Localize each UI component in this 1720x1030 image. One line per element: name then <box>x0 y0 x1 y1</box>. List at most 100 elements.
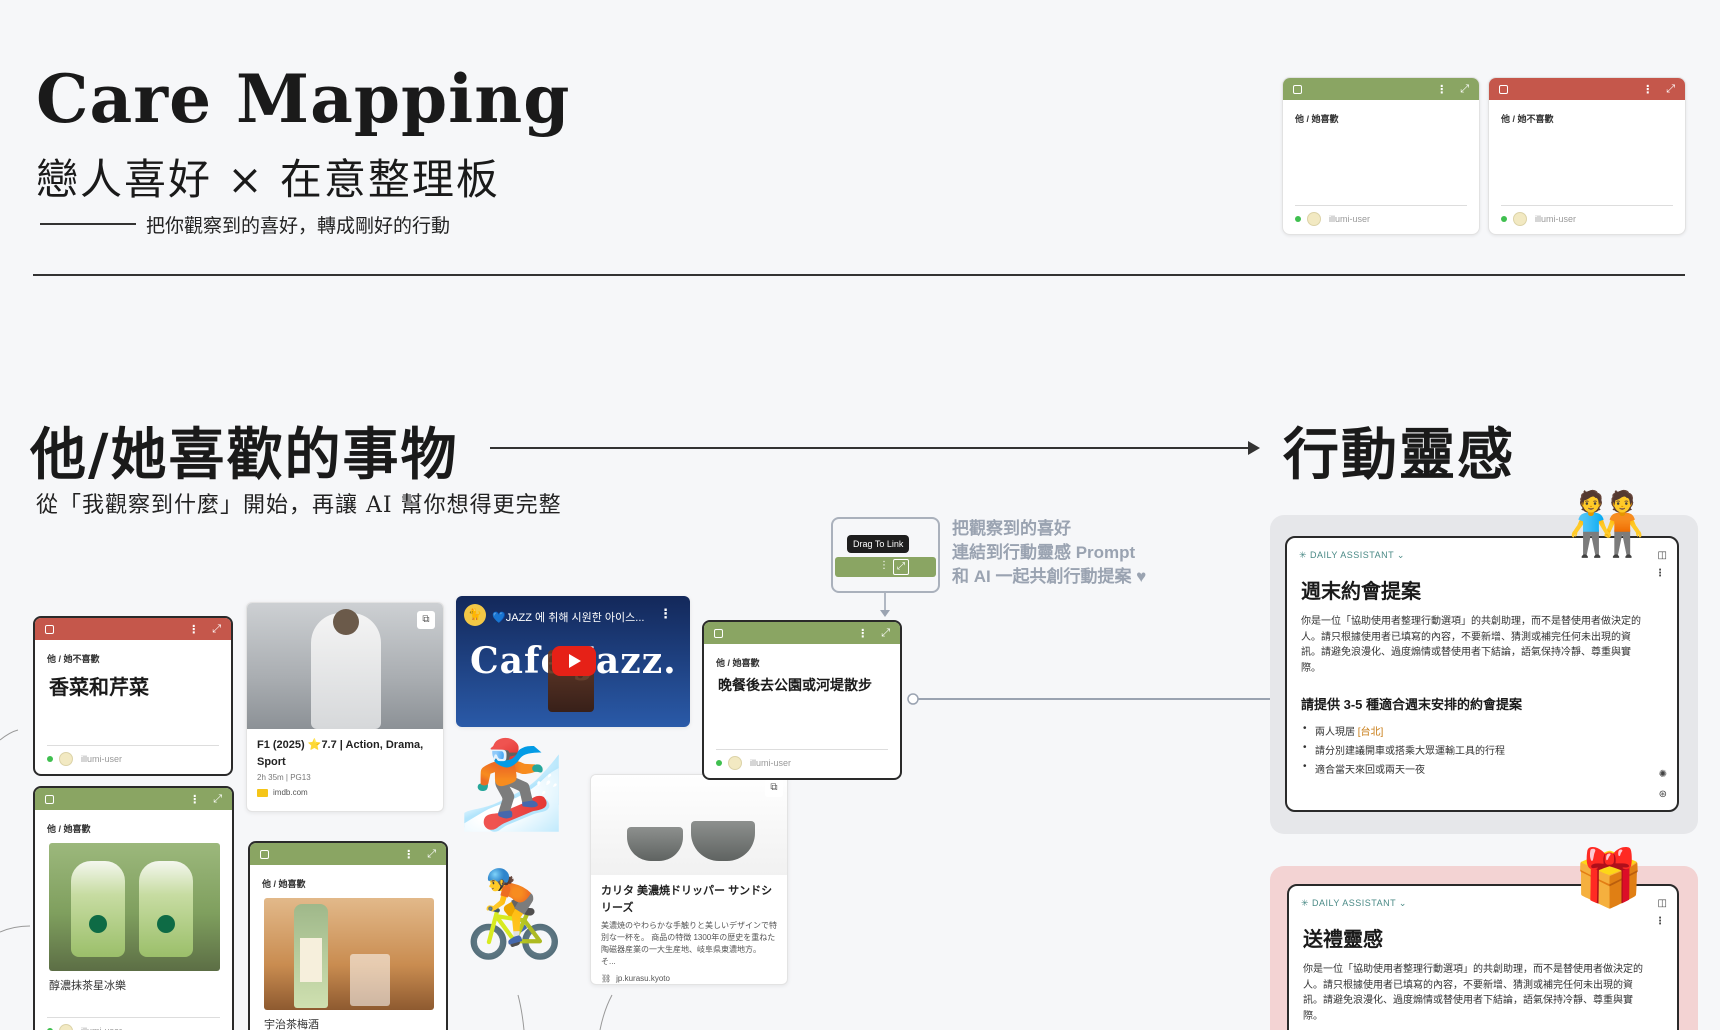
note-card-dislike[interactable]: ⋮ ⤢ 他 / 她不喜歡 香菜和芹菜 illumi-user <box>33 616 233 776</box>
card-toggle-icon[interactable] <box>45 794 54 804</box>
card-toggle-icon[interactable] <box>260 849 269 859</box>
list-item: 適合當天來回或兩天一夜 <box>1303 757 1677 776</box>
hint-line-2: 連結到行動靈感 Prompt <box>952 543 1136 562</box>
note-card-umeshu[interactable]: ⋮ ⤢ 他 / 她喜歡 宇治茶梅酒 <box>248 841 448 1030</box>
avatar <box>59 1024 73 1030</box>
video-title: 💙JAZZ 에 취해 시원한 아이스... <box>492 612 645 624</box>
list-item: 兩人現居 [台北] <box>1303 719 1677 738</box>
note-card-matcha[interactable]: ⋮⤢ 他 / 她喜歡 醇濃抹茶星冰樂 illumi-user <box>33 786 234 1030</box>
card-footer: illumi-user <box>47 745 219 766</box>
card-user: illumi-user <box>81 1026 122 1030</box>
ai-model-icon[interactable]: ⊛ <box>1659 789 1667 800</box>
card-label: 他 / 她喜歡 <box>716 658 760 668</box>
expand-icon[interactable]: ⤢ <box>212 623 221 636</box>
card-header: ⋮ ⤢ <box>704 622 900 644</box>
item-text: 兩人現居 <box>1315 727 1358 738</box>
imdb-icon <box>257 788 268 797</box>
panel-toggle-icon[interactable]: ◫ <box>1658 898 1667 909</box>
list-item: 請分別建議開車或搭乘大眾運輸工具的行程 <box>1303 738 1677 757</box>
more-icon[interactable]: ⋮ <box>857 627 868 640</box>
open-external-icon[interactable]: ⧉ <box>765 779 783 797</box>
drag-hint-text: 把觀察到的喜好 連結到行動靈感 Prompt 和 AI 一起共創行動提案 ♥ <box>952 517 1146 589</box>
channel-avatar: 🐈 <box>464 604 486 626</box>
more-icon[interactable]: ⋮ <box>879 560 889 571</box>
matcha-image <box>49 843 220 971</box>
note-card-walk[interactable]: ⋮ ⤢ 他 / 她喜歡 晚餐後去公園或河堤散步 illumi-user <box>702 620 902 780</box>
play-icon <box>569 654 581 668</box>
card-user: illumi-user <box>750 758 792 768</box>
link-source: ⛓ jp.kurasu.kyoto <box>591 968 787 983</box>
card-toggle-icon[interactable] <box>714 628 723 638</box>
assistant-subheading: 請提供 3-5 種適合週末安排的約會提案 <box>1301 697 1523 712</box>
drag-hint-frame: Drag To Link ⋮ ⤢ <box>831 517 940 593</box>
card-header: ⋮ ⤢ <box>250 843 446 865</box>
drag-tooltip: Drag To Link <box>847 535 910 553</box>
open-external-icon[interactable]: ⧉ <box>417 611 435 629</box>
more-icon[interactable]: ⋮ <box>1655 568 1665 579</box>
mini-card-bar[interactable]: ⋮ ⤢ <box>835 557 936 577</box>
card-header: ⋮ ⤢ <box>35 788 232 810</box>
card-user: illumi-user <box>81 754 123 764</box>
card-title: 晚餐後去公園或河堤散步 <box>718 677 872 693</box>
card-footer: illumi-user <box>47 1017 220 1030</box>
card-title: 香菜和芹菜 <box>49 677 149 699</box>
status-dot <box>47 756 53 762</box>
video-thumbnail: 🐈 💙JAZZ 에 취해 시원한 아이스... ⋮ Cafe Jazz. <box>456 596 690 727</box>
more-icon[interactable]: ⋮ <box>188 623 199 636</box>
card-caption: 醇濃抹茶星冰樂 <box>49 980 126 992</box>
location-highlight: [台北] <box>1357 727 1384 738</box>
assistant-list: 兩人現居 [台北] 請分別建議開車或搭乘大眾運輸工具的行程 適合當天來回或兩天一… <box>1287 713 1677 776</box>
bottom-curve-1 <box>517 994 525 1030</box>
expand-icon[interactable]: ⤢ <box>881 627 890 640</box>
more-icon[interactable]: ⋮ <box>189 793 200 806</box>
kalita-thumbnail: ⧉ <box>591 775 787 875</box>
left-curve-2 <box>0 925 31 933</box>
gift-sticker[interactable]: 🎁 <box>1574 850 1644 906</box>
video-card-jazz[interactable]: 🐈 💙JAZZ 에 취해 시원한 아이스... ⋮ Cafe Jazz. <box>456 596 690 727</box>
link-source: imdb.com <box>247 782 443 797</box>
assistant-body: 你是一位「協助使用者整理行動選項」的共創助理，而不是替使用者做決定的人。請只根據… <box>1303 964 1643 1022</box>
umeshu-image <box>264 898 434 1010</box>
source-text: jp.kurasu.kyoto <box>616 974 670 983</box>
assistant-tag-text: DAILY ASSISTANT <box>1312 898 1396 908</box>
expand-icon[interactable]: ⤢ <box>427 848 436 861</box>
cyclist-sticker[interactable]: 🚴 <box>462 872 567 956</box>
left-curve-1 <box>0 729 19 741</box>
avatar <box>728 756 742 770</box>
status-dot <box>716 760 722 766</box>
link-handle-icon[interactable]: ⤢ <box>893 559 909 575</box>
card-caption: 宇治茶梅酒 <box>264 1019 319 1030</box>
play-button[interactable] <box>552 646 596 676</box>
card-toggle-icon[interactable] <box>45 624 54 634</box>
link-card-kalita[interactable]: ⧉ カリタ 美濃焼ドリッパー サンドシリーズ 美濃焼のやわらかな手触りと美しいデ… <box>590 774 788 985</box>
link-card-f1[interactable]: ⧉ F1 (2025) ⭐7.7 | Action, Drama, Sport … <box>246 602 444 812</box>
card-header: ⋮ ⤢ <box>35 618 231 640</box>
drag-down-arrow <box>880 610 890 617</box>
assistant-title: 週末約會提案 <box>1301 581 1421 603</box>
video-more-icon[interactable]: ⋮ <box>659 606 672 622</box>
link-title: カリタ 美濃焼ドリッパー サンドシリーズ <box>601 885 773 914</box>
link-description: 美濃焼のやわらかな手触りと美しいデザインで特別な一杯を。 商品の特徴 1300年… <box>601 921 777 966</box>
more-icon[interactable]: ⋮ <box>403 848 414 861</box>
link-icon: ⛓ <box>601 974 612 983</box>
assistant-tag-text: DAILY ASSISTANT <box>1310 550 1394 560</box>
hint-line-1: 把觀察到的喜好 <box>952 519 1071 538</box>
assistant-body: 你是一位「協助使用者整理行動選項」的共創助理，而不是替使用者做決定的人。請只根據… <box>1301 616 1641 674</box>
snowboarder-sticker[interactable]: 🏂 <box>458 742 565 828</box>
card-label: 他 / 她喜歡 <box>47 824 91 834</box>
assistant-title: 送禮靈感 <box>1303 929 1383 951</box>
hint-line-3: 和 AI 一起共創行動提案 ♥ <box>952 567 1147 586</box>
more-icon[interactable]: ⋮ <box>1655 916 1665 927</box>
expand-icon[interactable]: ⤢ <box>213 793 222 806</box>
link-meta: 2h 35m | PG13 <box>257 773 311 782</box>
bottom-curve-2 <box>599 994 613 1030</box>
card-label: 他 / 她喜歡 <box>262 879 306 889</box>
source-text: imdb.com <box>273 788 308 797</box>
couple-sticker[interactable]: 🧑‍🤝‍🧑 <box>1568 494 1645 556</box>
sparkle-icon[interactable]: ✺ <box>1659 769 1667 780</box>
link-title: F1 (2025) ⭐7.7 | Action, Drama, Sport <box>257 739 424 768</box>
card-label: 他 / 她不喜歡 <box>47 654 100 664</box>
link-start-dot <box>907 693 919 705</box>
assistant-card-weekend[interactable]: ✳ DAILY ASSISTANT ⌄ ◫ ⋮ 週末約會提案 你是一位「協助使用… <box>1285 536 1679 812</box>
panel-toggle-icon[interactable]: ◫ <box>1658 550 1667 561</box>
